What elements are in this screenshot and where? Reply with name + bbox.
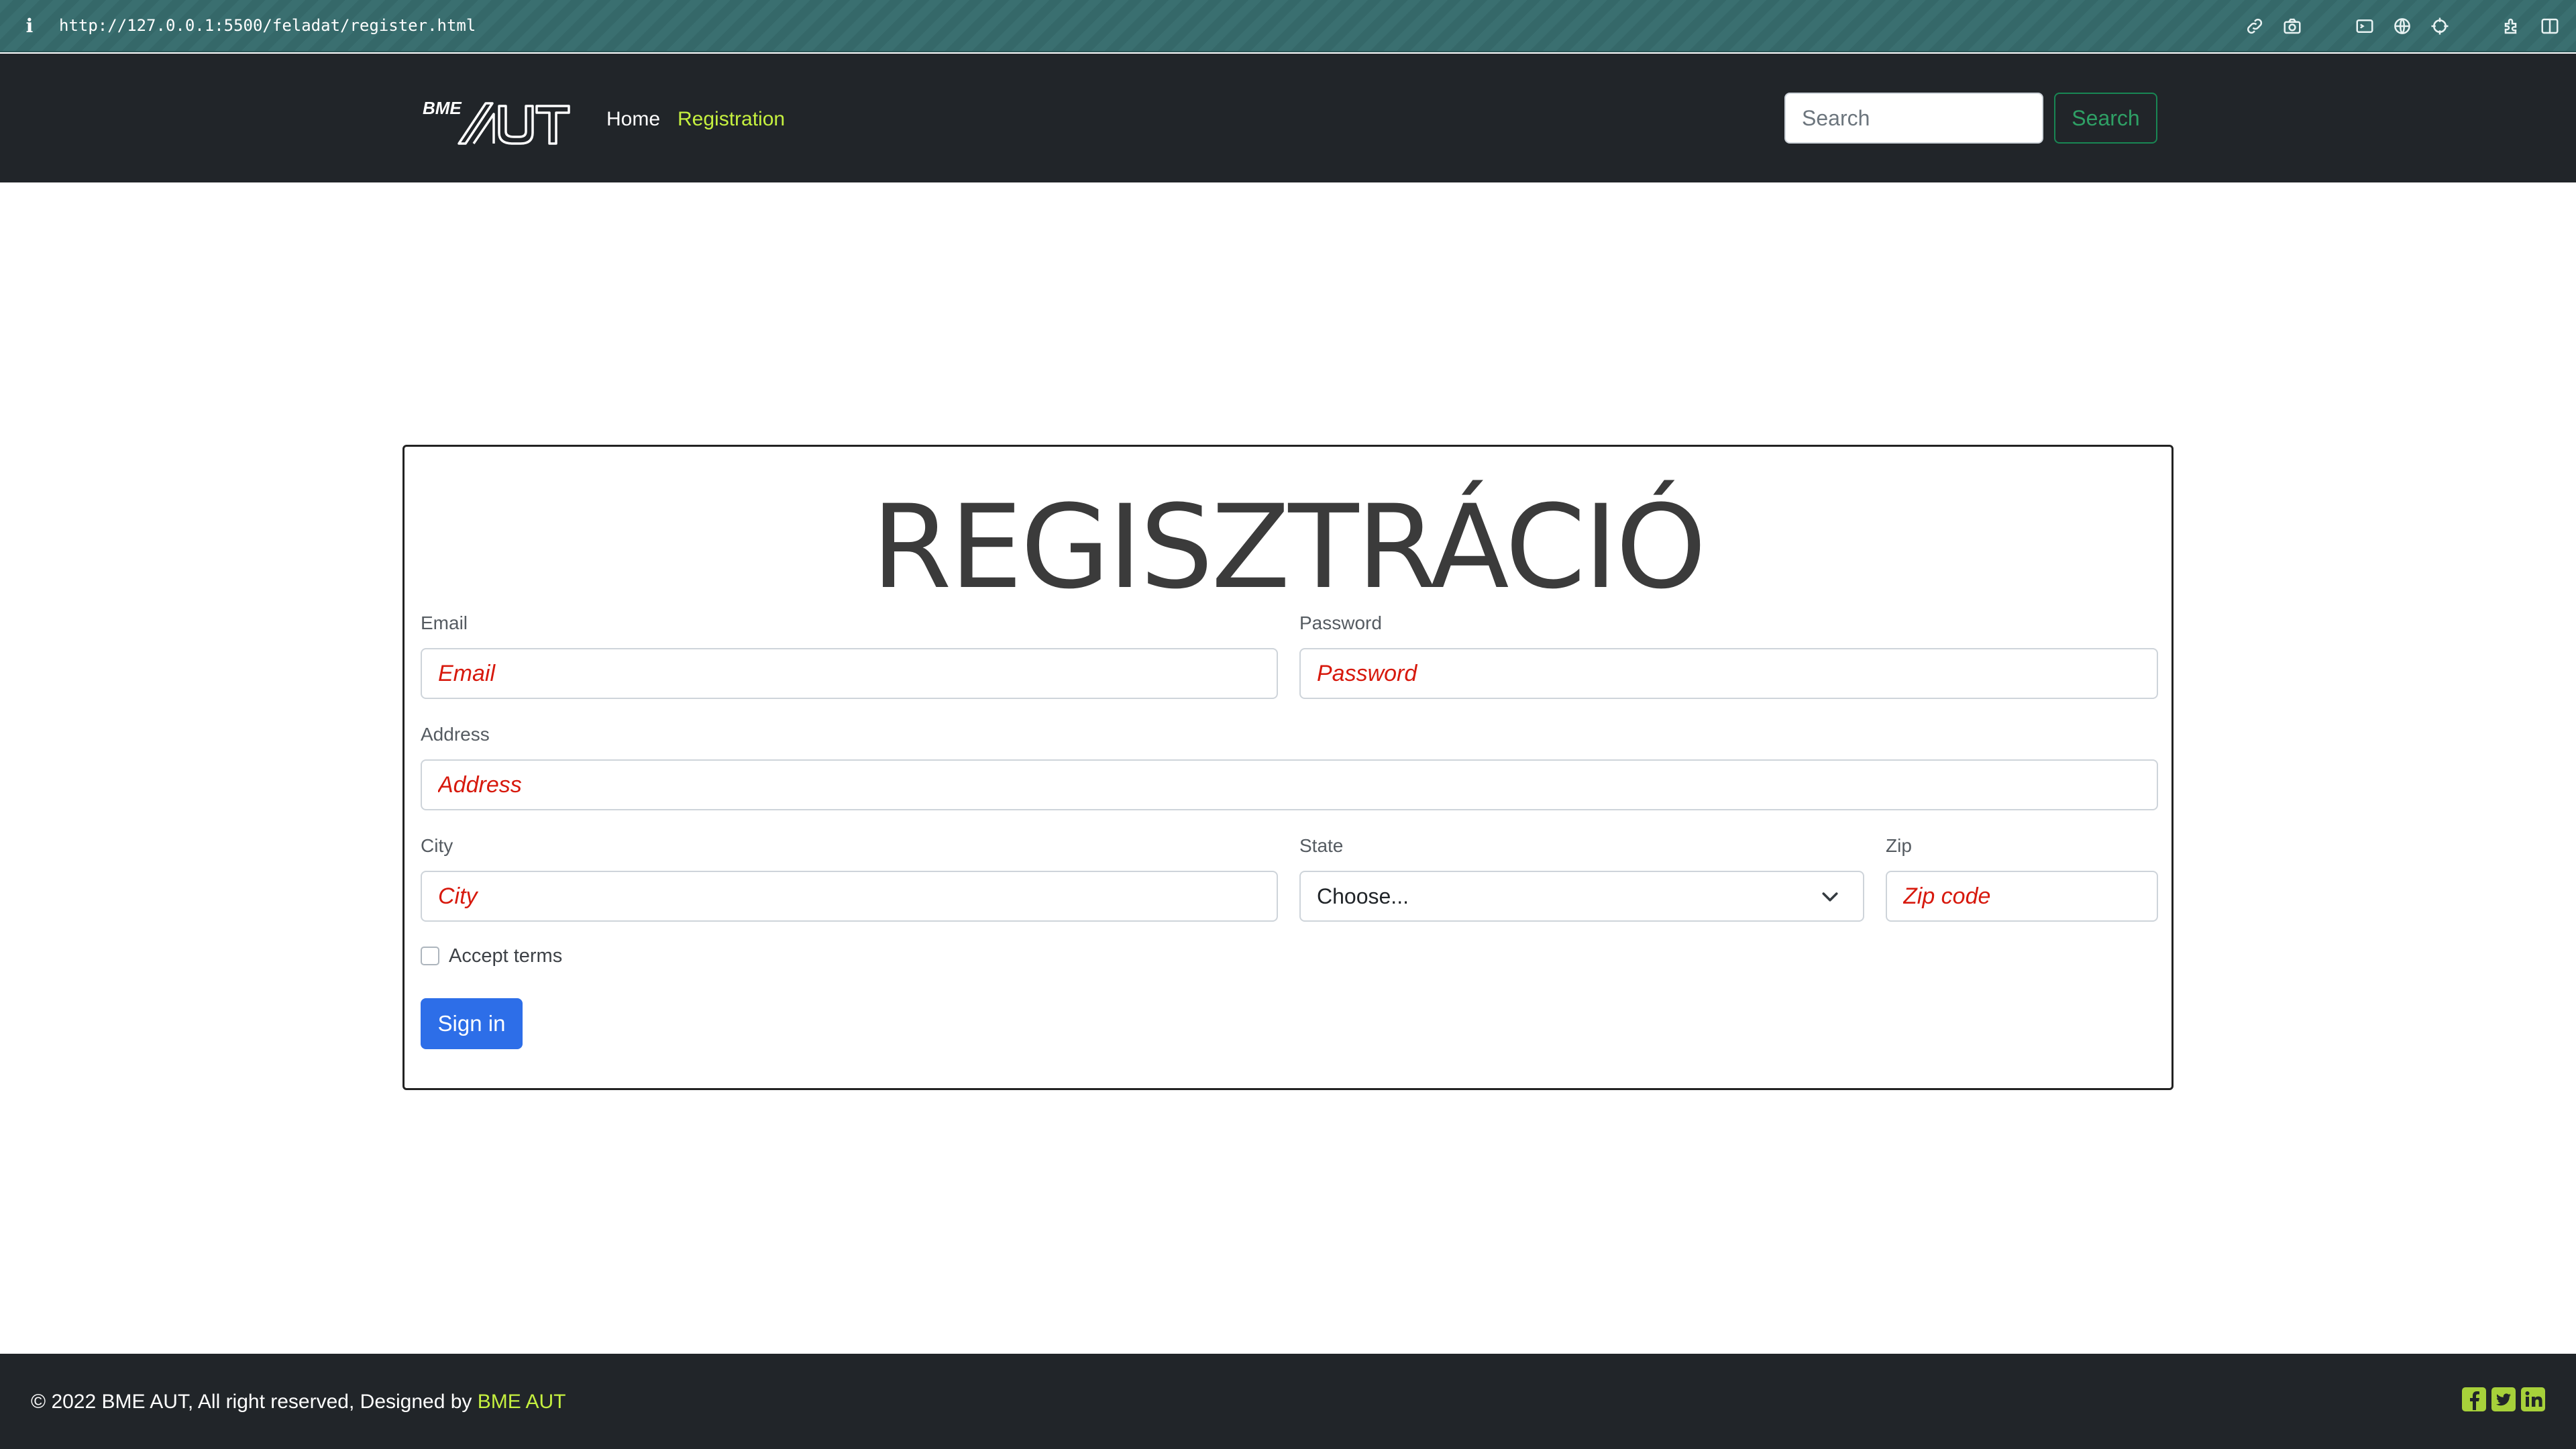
sidebar-icon[interactable] [2538, 15, 2561, 38]
footer-copyright: © 2022 BME AUT, All right reserved, Desi… [31, 1390, 566, 1414]
state-select[interactable]: Choose... [1299, 871, 1864, 922]
browser-toolbar-icons [2243, 0, 2561, 52]
svg-text:BME: BME [423, 98, 462, 118]
address-bar-url[interactable]: http://127.0.0.1:5500/feladat/register.h… [59, 16, 476, 35]
city-label: City [421, 835, 453, 856]
crosshair-icon[interactable] [2428, 15, 2451, 38]
chevron-down-icon [1822, 892, 1838, 902]
info-icon[interactable]: i [21, 15, 38, 37]
search-button[interactable]: Search [2054, 93, 2157, 144]
email-field[interactable] [421, 648, 1278, 699]
footer-copyright-text: © 2022 BME AUT, All right reserved, Desi… [31, 1391, 472, 1413]
password-label: Password [1299, 612, 1382, 633]
page-footer: © 2022 BME AUT, All right reserved, Desi… [0, 1354, 2576, 1449]
address-label: Address [421, 724, 490, 745]
link-icon[interactable] [2243, 15, 2266, 38]
footer-link[interactable]: BME AUT [478, 1391, 566, 1413]
extension-icon[interactable] [2501, 15, 2524, 38]
zip-field[interactable] [1886, 871, 2158, 922]
terminal-icon[interactable] [2353, 15, 2376, 38]
browser-toolbar: i http://127.0.0.1:5500/feladat/register… [0, 0, 2576, 52]
password-field[interactable] [1299, 648, 2158, 699]
nav-link-registration[interactable]: Registration [678, 107, 785, 131]
twitter-icon[interactable] [2490, 1386, 2517, 1413]
terms-label[interactable]: Accept terms [449, 945, 562, 967]
terms-checkbox[interactable] [421, 947, 439, 965]
nav-link-home[interactable]: Home [606, 107, 660, 131]
registration-card: REGISZTRÁCIÓ Email Password Address City… [402, 445, 2174, 1090]
page-title: REGISZTRÁCIÓ [871, 480, 1707, 614]
sign-in-button[interactable]: Sign in [421, 998, 523, 1049]
brand-logo[interactable]: BME [419, 86, 572, 146]
address-field[interactable] [421, 759, 2158, 810]
top-navbar: BME Home Registration Search [0, 54, 2576, 182]
city-field[interactable] [421, 871, 1278, 922]
state-label: State [1299, 835, 1344, 856]
globe-icon[interactable] [2391, 15, 2414, 38]
linkedin-icon[interactable] [2520, 1386, 2546, 1413]
state-selected-value: Choose... [1317, 883, 1409, 908]
email-label: Email [421, 612, 468, 633]
camera-icon[interactable] [2281, 15, 2304, 38]
zip-label: Zip [1886, 835, 1912, 856]
search-input[interactable] [1784, 93, 2043, 144]
facebook-icon[interactable] [2461, 1386, 2487, 1413]
